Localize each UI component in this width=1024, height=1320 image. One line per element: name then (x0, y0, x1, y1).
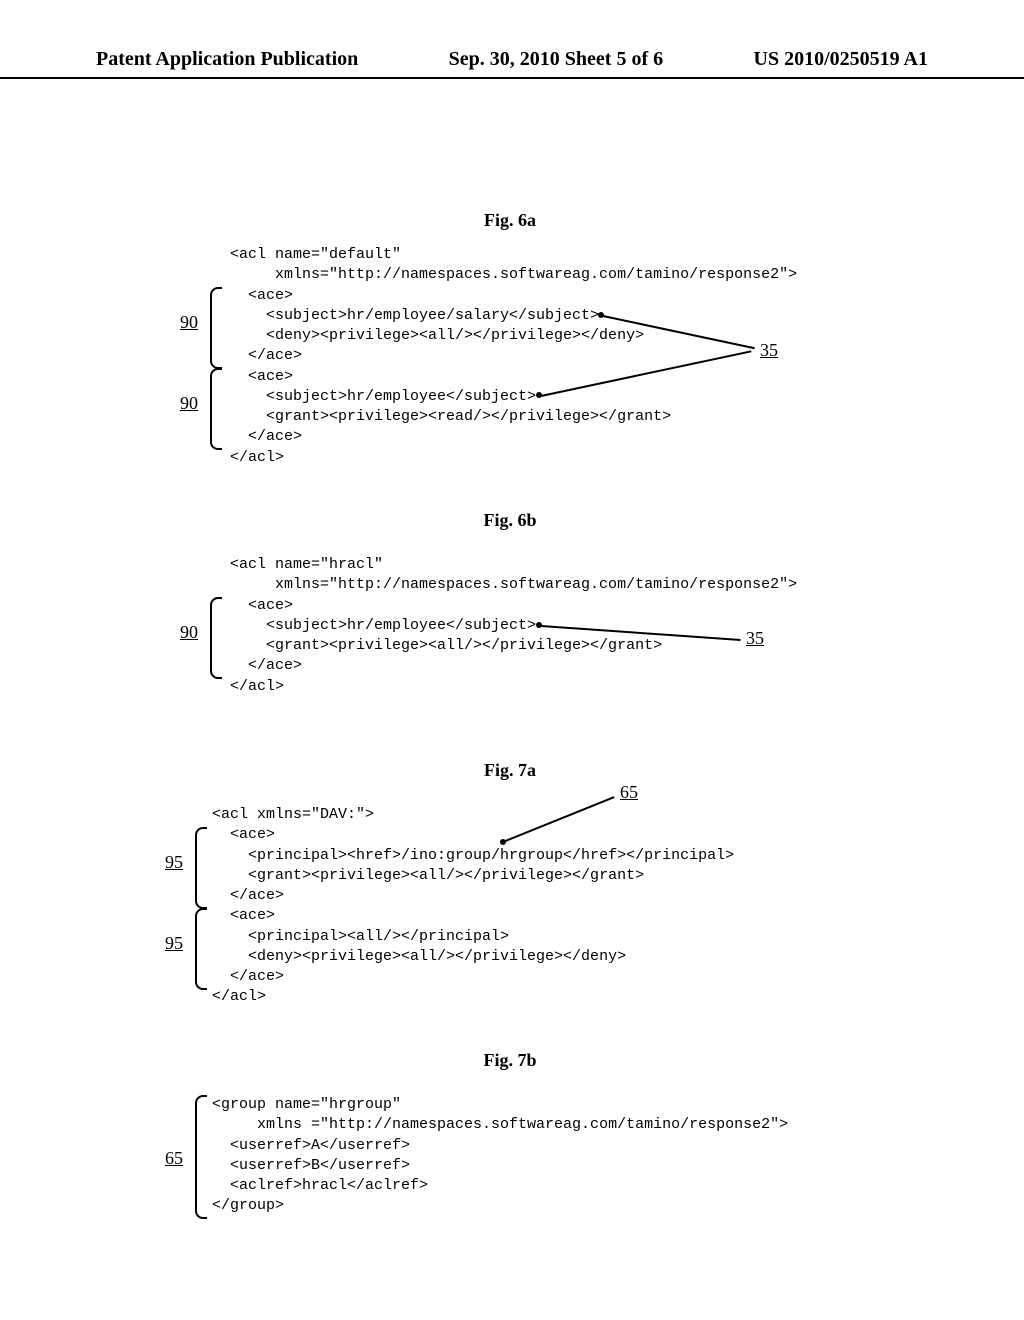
brace-6a-2 (210, 368, 222, 450)
figure-7a-section: Fig. 7a (0, 760, 1024, 781)
figure-7b-section: Fig. 7b (0, 1050, 1024, 1071)
page-header: Patent Application Publication Sep. 30, … (0, 48, 1024, 79)
figure-7b-label: Fig. 7b (460, 1050, 560, 1071)
brace-6b (210, 597, 222, 679)
ref-35-6a: 35 (760, 340, 778, 361)
figure-6b-code: <acl name="hracl" xmlns="http://namespac… (230, 555, 797, 697)
ref-90-b: 90 (180, 393, 198, 414)
ref-95-b: 95 (165, 933, 183, 954)
brace-7a-2 (195, 908, 207, 990)
figure-7b-code: <group name="hrgroup" xmlns ="http://nam… (212, 1095, 788, 1217)
ref-35-6b: 35 (746, 628, 764, 649)
header-left: Patent Application Publication (96, 48, 358, 71)
figure-6a-label: Fig. 6a (460, 210, 560, 231)
ref-65-7b: 65 (165, 1148, 183, 1169)
figure-6a-section: Fig. 6a (0, 210, 1024, 231)
ref-65-7a: 65 (620, 782, 638, 803)
figure-6b-section: Fig. 6b (0, 510, 1024, 531)
figure-7a-label: Fig. 7a (460, 760, 560, 781)
figure-6b-label: Fig. 6b (460, 510, 560, 531)
ref-90-6b: 90 (180, 622, 198, 643)
ref-95-a: 95 (165, 852, 183, 873)
ref-90-a: 90 (180, 312, 198, 333)
brace-7b (195, 1095, 207, 1219)
header-center: Sep. 30, 2010 Sheet 5 of 6 (449, 48, 663, 71)
figure-6a-code: <acl name="default" xmlns="http://namesp… (230, 245, 797, 468)
brace-6a-1 (210, 287, 222, 369)
figure-7a-code: <acl xmlns="DAV:"> <ace> <principal><hre… (212, 805, 734, 1008)
header-right: US 2010/0250519 A1 (754, 48, 928, 71)
brace-7a-1 (195, 827, 207, 909)
